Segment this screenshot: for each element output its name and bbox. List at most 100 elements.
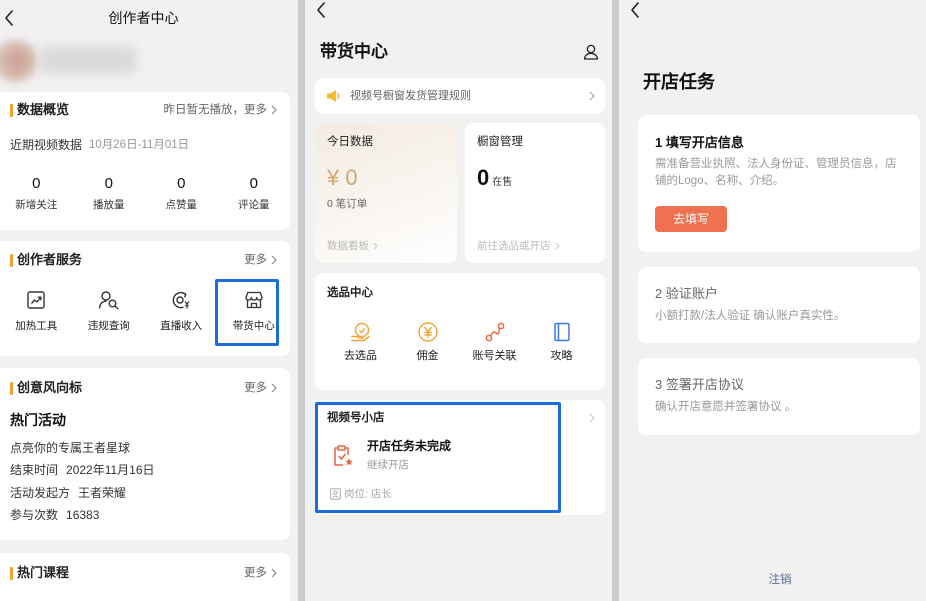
section-accent-bar	[10, 382, 13, 395]
selection-label: 佣金	[416, 350, 439, 362]
data-overview-more-link[interactable]: 昨日暂无播放，更多	[164, 103, 278, 117]
section-accent-bar	[10, 104, 13, 117]
stat-plays[interactable]: 0 播放量	[73, 174, 146, 212]
stat-new-followers[interactable]: 0 新增关注	[0, 174, 73, 212]
creator-services-card: 创作者服务 更多 加热工具 违规查询 直播收入 带货中心	[0, 241, 290, 356]
selection-row: 去选品 佣金 账号关联 攻略	[327, 321, 595, 363]
profile-button[interactable]	[583, 44, 599, 65]
user-search-icon	[98, 291, 119, 310]
data-board-link[interactable]: 数据看板	[327, 239, 378, 253]
period-label: 近期视频数据	[10, 138, 83, 152]
back-button[interactable]	[629, 1, 641, 24]
select-or-open-shop-link[interactable]: 前往选品或开店	[477, 239, 560, 253]
step-description: 确认开店意愿并签署协议 。	[655, 401, 797, 413]
detail-label: 结束时间	[10, 463, 59, 477]
fill-in-button[interactable]: 去填写	[655, 206, 727, 232]
chevron-right-icon	[271, 255, 277, 265]
task-step-fill-info: 1 填写开店信息 需准备营业执照、法人身份证、管理员信息，店铺的Logo、名称、…	[638, 115, 920, 252]
section-title: 创意风向标	[17, 380, 83, 395]
services-more-link[interactable]: 更多	[244, 253, 277, 267]
today-orders: 0 笔订单	[327, 198, 368, 210]
chevron-right-icon	[589, 413, 595, 423]
showcase-management-card[interactable]: 橱窗管理 0 在售 前往选品或开店	[465, 123, 605, 263]
step-description: 需准备营业执照、法人身份证、管理员信息，店铺的Logo、名称、介绍。	[655, 158, 897, 187]
person-icon	[583, 44, 599, 60]
chevron-right-icon	[589, 91, 595, 101]
stat-label: 评论量	[238, 199, 270, 211]
selection-label: 攻略	[550, 350, 573, 362]
shop-task-subtitle: 继续开店	[367, 459, 409, 471]
detail-label: 活动发起方	[10, 486, 71, 500]
more-label: 更多	[244, 254, 267, 266]
selection-item-account-link[interactable]: 账号关联	[461, 321, 528, 363]
step-description: 小额打款/法人验证 确认账户真实性。	[655, 310, 846, 322]
section-accent-bar	[10, 254, 13, 267]
service-item-live-income[interactable]: 直播收入	[145, 290, 218, 333]
data-overview-card: 数据概览 昨日暂无播放，更多 近期视频数据 10月26日-11月01日 0 新增…	[0, 92, 290, 230]
stat-label: 点赞量	[165, 199, 198, 211]
stat-comments[interactable]: 0 评论量	[218, 174, 291, 212]
service-item-sales-center[interactable]: 带货中心	[218, 290, 291, 333]
stat-value: 0	[249, 175, 258, 192]
stat-likes[interactable]: 0 点赞量	[145, 174, 218, 212]
sales-center-screen: 带货中心 视频号橱窗发货管理规则 今日数据 ¥ 0 0 笔订单 数据看板 橱窗管…	[305, 0, 612, 601]
more-label: 昨日暂无播放，更多	[163, 104, 268, 116]
service-label: 带货中心	[232, 320, 275, 332]
today-data-card[interactable]: 今日数据 ¥ 0 0 笔订单 数据看板	[315, 123, 457, 263]
trends-more-link[interactable]: 更多	[244, 381, 277, 395]
account-link-icon	[485, 322, 504, 342]
shop-role: 岗位: 店长	[344, 488, 392, 500]
cancel-link[interactable]: 注销	[750, 573, 810, 587]
service-item-boost-tools[interactable]: 加热工具	[0, 290, 73, 333]
task-step-sign-agreement: 3 签署开店协议 确认开店意愿并签署协议 。	[638, 358, 920, 435]
profile-name-blurred	[40, 46, 136, 74]
detail-value: 王者荣耀	[78, 486, 127, 500]
back-chevron-icon	[317, 2, 325, 18]
activity-name[interactable]: 点亮你的专属王者星球	[10, 441, 130, 455]
detail-label: 参与次数	[10, 508, 59, 522]
trend-chart-icon	[27, 291, 45, 309]
detail-value: 2022年11月16日	[66, 463, 155, 477]
link-label: 数据看板	[327, 240, 369, 252]
section-title: 热门课程	[17, 565, 70, 580]
megaphone-icon	[327, 90, 340, 102]
selection-center-card: 选品中心 去选品 佣金 账号关联 攻略	[315, 273, 605, 390]
selection-label: 去选品	[344, 350, 377, 362]
step-title: 1 填写开店信息	[655, 135, 744, 150]
creator-center-screen: 创作者中心 数据概览 昨日暂无播放，更多 近期视频数据 10月26日-11月01…	[0, 0, 298, 601]
video-shop-card[interactable]: 视频号小店 开店任务未完成 继续开店 岗位: 店长	[315, 400, 605, 515]
guide-book-icon	[553, 322, 570, 342]
service-label: 违规查询	[87, 320, 130, 332]
step-title: 2 验证账户	[655, 286, 718, 301]
pick-products-icon	[350, 322, 370, 342]
step-title: 3 签署开店协议	[655, 377, 744, 392]
courses-more-link[interactable]: 更多	[244, 566, 277, 580]
on-sale-count: 0	[477, 165, 490, 190]
chevron-right-icon	[271, 383, 277, 393]
period-range: 10月26日-11月01日	[89, 139, 190, 151]
service-item-violation-check[interactable]: 违规查询	[73, 290, 146, 333]
service-label: 加热工具	[15, 320, 58, 332]
page-title: 创作者中心	[108, 10, 179, 26]
stat-label: 新增关注	[15, 199, 58, 211]
shop-task-title: 开店任务未完成	[367, 439, 452, 453]
storefront-icon	[245, 291, 263, 309]
selection-item-commission[interactable]: 佣金	[394, 321, 461, 363]
selection-item-pick-products[interactable]: 去选品	[327, 321, 394, 363]
notice-bar[interactable]: 视频号橱窗发货管理规则	[315, 78, 605, 114]
back-button[interactable]	[315, 1, 327, 24]
on-sale-label: 在售	[492, 177, 513, 188]
notice-text: 视频号橱窗发货管理规则	[350, 90, 471, 102]
detail-row-participants: 参与次数 16383	[10, 508, 99, 522]
selection-item-guide[interactable]: 攻略	[528, 321, 595, 363]
detail-row-organizer: 活动发起方 王者荣耀	[10, 486, 126, 500]
detail-value: 16383	[66, 508, 100, 522]
chevron-right-icon	[271, 105, 277, 115]
on-sale-count-row: 0 在售	[477, 165, 512, 191]
section-title: 数据概览	[17, 102, 70, 117]
shop-tasks-screen: 开店任务 1 填写开店信息 需准备营业执照、法人身份证、管理员信息，店铺的Log…	[619, 0, 926, 601]
avatar[interactable]	[0, 40, 38, 82]
today-amount: ¥ 0	[327, 165, 358, 190]
chevron-right-icon	[555, 242, 560, 250]
card-title: 视频号小店	[327, 412, 385, 424]
